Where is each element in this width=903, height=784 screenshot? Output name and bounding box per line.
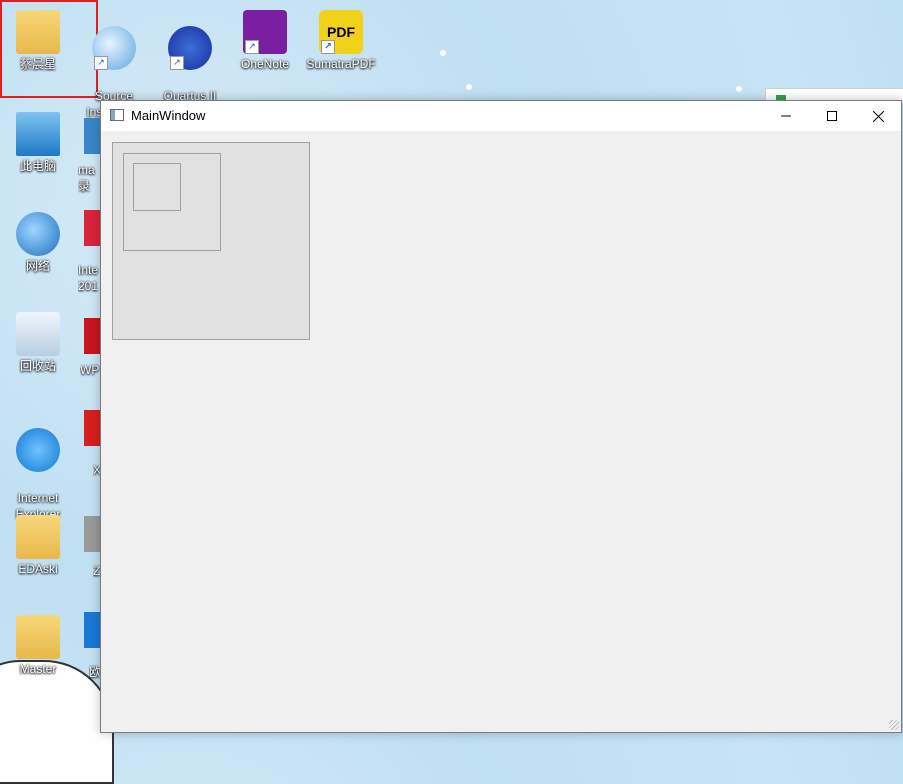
- desktop-icon-label: 回收站: [19, 359, 56, 373]
- folder-icon: [16, 615, 60, 659]
- minimize-button[interactable]: [763, 101, 809, 131]
- internet-explorer-icon: [16, 428, 60, 472]
- shortcut-arrow-icon: ↗: [94, 56, 108, 70]
- desktop-icon-label: Master: [19, 662, 57, 676]
- resize-grip[interactable]: [889, 720, 899, 730]
- desktop-icon-label: 网络: [25, 259, 50, 273]
- partial-icon-edge: [84, 612, 100, 648]
- wallpaper-spot: [736, 86, 742, 92]
- desktop-icon-partial[interactable]: Inte 201: [78, 262, 100, 294]
- desktop-icon-label: ma: [78, 163, 95, 177]
- wallpaper-spot: [440, 50, 446, 56]
- desktop-icon-sumatrapdf[interactable]: PDF ↗ SumatraPDF: [306, 10, 376, 72]
- window-client-area: [101, 131, 901, 732]
- user-folder-icon: [16, 10, 60, 54]
- desktop-icon-label: SumatraPDF: [306, 57, 376, 71]
- desktop-icon-this-pc[interactable]: 此电脑: [3, 112, 73, 174]
- folder-icon: [16, 515, 60, 559]
- partial-icon-edge: [84, 516, 100, 552]
- minimize-icon: [781, 115, 791, 117]
- desktop-icon-partial[interactable]: ma 录: [78, 162, 100, 194]
- main-window[interactable]: MainWindow: [100, 100, 902, 733]
- outer-frame: [112, 142, 310, 340]
- close-icon: [872, 110, 884, 122]
- desktop-icon-recycle-bin[interactable]: 回收站: [3, 312, 73, 374]
- desktop-icon-edaski[interactable]: EDAski: [3, 515, 73, 577]
- onenote-icon: ↗: [243, 10, 287, 54]
- network-icon: [16, 212, 60, 256]
- maximize-button[interactable]: [809, 101, 855, 131]
- recycle-bin-icon: [16, 312, 60, 356]
- shortcut-arrow-icon: ↗: [321, 40, 335, 54]
- desktop-icon-label: Inte: [78, 263, 99, 277]
- desktop-icon-onenote[interactable]: ↗ OneNote: [230, 10, 300, 72]
- desktop-icon-label: EDAski: [18, 562, 58, 576]
- window-title: MainWindow: [131, 108, 206, 123]
- desktop-icon-user-folder[interactable]: 蔡晨星: [3, 10, 73, 72]
- partial-icon-edge: [84, 210, 100, 246]
- window-app-icon: [110, 109, 124, 121]
- shortcut-arrow-icon: ↗: [245, 40, 259, 54]
- partial-icon-edge: [84, 318, 100, 354]
- inner-frame: [133, 163, 181, 211]
- maximize-icon: [827, 111, 837, 121]
- desktop-icon-label: 201: [78, 279, 99, 293]
- pdf-icon: PDF ↗: [319, 10, 363, 54]
- this-pc-icon: [16, 112, 60, 156]
- title-bar[interactable]: MainWindow: [101, 101, 901, 131]
- desktop-icon-master[interactable]: Master: [3, 615, 73, 677]
- middle-frame: [123, 153, 221, 251]
- desktop-icon-label: 录: [78, 179, 91, 193]
- desktop-icon-label: WP: [80, 363, 100, 377]
- desktop-icon-label: 此电脑: [19, 159, 56, 173]
- pdf-glyph: PDF: [327, 24, 355, 40]
- desktop-icon-network[interactable]: 网络: [3, 212, 73, 274]
- close-button[interactable]: [855, 101, 901, 131]
- desktop-icon-label: OneNote: [240, 57, 290, 71]
- quartus-icon: ↗: [168, 26, 212, 70]
- partial-icon-edge: [84, 118, 100, 154]
- partial-icon-edge: [84, 410, 100, 446]
- desktop-icon-label: 蔡晨星: [19, 57, 56, 71]
- shortcut-arrow-icon: ↗: [170, 56, 184, 70]
- desktop-icon-partial[interactable]: WP: [80, 362, 100, 378]
- wallpaper-spot: [466, 84, 472, 90]
- source-insight-icon: ↗: [92, 26, 136, 70]
